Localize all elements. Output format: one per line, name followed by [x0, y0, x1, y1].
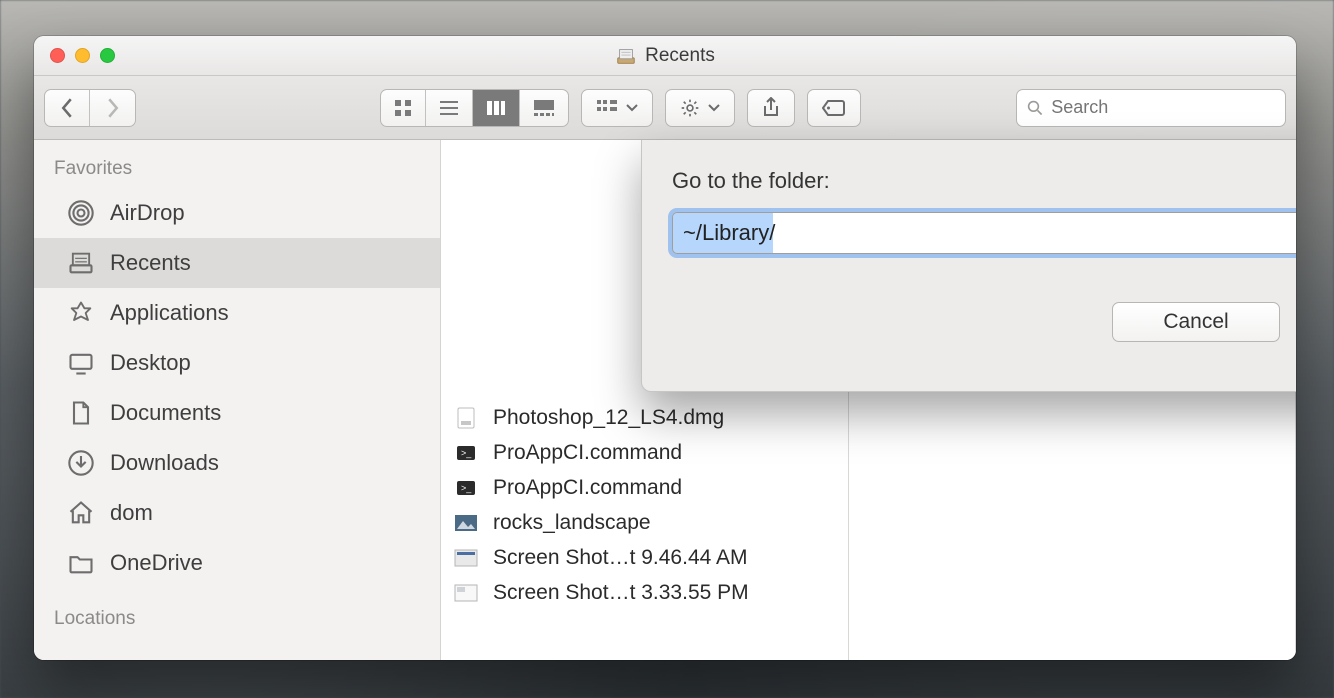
sidebar-item-label: dom [110, 500, 153, 526]
view-mode-segment [380, 89, 569, 127]
action-menu-button[interactable] [665, 89, 735, 127]
chevron-down-icon [708, 104, 720, 112]
sidebar-item-documents[interactable]: Documents [34, 388, 440, 438]
applications-icon [66, 298, 96, 328]
sidebar-section-header: Locations [34, 602, 440, 638]
back-button[interactable] [45, 90, 90, 126]
sidebar-item-desktop[interactable]: Desktop [34, 338, 440, 388]
documents-icon [66, 398, 96, 428]
window-controls [34, 48, 115, 63]
gear-icon [680, 98, 700, 118]
image-icon [453, 514, 479, 532]
sidebar-item-onedrive[interactable]: OneDrive [34, 538, 440, 588]
search-icon [1027, 99, 1043, 117]
nav-back-forward [44, 89, 136, 127]
svg-text:>_: >_ [461, 448, 472, 458]
tag-icon [822, 99, 846, 117]
airdrop-icon [66, 198, 96, 228]
view-columns-button[interactable] [473, 90, 520, 126]
zoom-window-button[interactable] [100, 48, 115, 63]
chevron-down-icon [626, 104, 638, 112]
go-to-folder-sheet: Go to the folder: Cancel Go [641, 140, 1296, 392]
view-list-button[interactable] [426, 90, 473, 126]
toolbar [34, 76, 1296, 140]
close-window-button[interactable] [50, 48, 65, 63]
file-name: ProAppCI.command [493, 441, 682, 465]
desktop-icon [66, 348, 96, 378]
downloads-icon [66, 448, 96, 478]
window-title: Recents [34, 45, 1296, 67]
titlebar: Recents [34, 36, 1296, 76]
svg-text:>_: >_ [461, 483, 472, 493]
sidebar-item-recents[interactable]: Recents [34, 238, 440, 288]
view-icons-button[interactable] [381, 90, 426, 126]
dmg-icon [453, 406, 479, 430]
window-body: Favorites AirDrop Recents Applications [34, 140, 1296, 660]
file-name: ProAppCI.command [493, 476, 682, 500]
recents-icon [66, 248, 96, 278]
sidebar: Favorites AirDrop Recents Applications [34, 140, 441, 660]
share-icon [762, 97, 780, 119]
cancel-button-label: Cancel [1163, 310, 1228, 334]
tags-button[interactable] [807, 89, 861, 127]
file-row[interactable]: Screen Shot…t 9.46.44 AM [441, 540, 848, 575]
file-name: Screen Shot…t 9.46.44 AM [493, 546, 747, 570]
file-row[interactable]: rocks_landscape [441, 505, 848, 540]
sidebar-item-airdrop[interactable]: AirDrop [34, 188, 440, 238]
file-name: Photoshop_12_LS4.dmg [493, 406, 724, 430]
sidebar-item-applications[interactable]: Applications [34, 288, 440, 338]
sidebar-item-label: AirDrop [110, 200, 185, 226]
screenshot-icon [453, 584, 479, 602]
file-row[interactable]: >_ ProAppCI.command [441, 435, 848, 470]
sidebar-section-header: Favorites [34, 152, 440, 188]
sidebar-item-label: Applications [110, 300, 229, 326]
sidebar-item-label: Downloads [110, 450, 219, 476]
sidebar-item-label: Documents [110, 400, 221, 426]
file-row[interactable]: Screen Shot…t 3.33.55 PM [441, 575, 848, 610]
screenshot-icon [453, 549, 479, 567]
search-input[interactable] [1051, 97, 1275, 118]
minimize-window-button[interactable] [75, 48, 90, 63]
terminal-icon: >_ [453, 478, 479, 498]
file-name: rocks_landscape [493, 511, 651, 535]
cancel-button[interactable]: Cancel [1112, 302, 1280, 342]
recents-title-icon [615, 45, 637, 67]
file-name: Screen Shot…t 3.33.55 PM [493, 581, 749, 605]
terminal-icon: >_ [453, 443, 479, 463]
sidebar-item-home[interactable]: dom [34, 488, 440, 538]
file-row[interactable]: Photoshop_12_LS4.dmg [441, 400, 848, 435]
sidebar-item-label: Desktop [110, 350, 191, 376]
folder-icon [66, 548, 96, 578]
sheet-buttons: Cancel Go [672, 302, 1296, 342]
search-field[interactable] [1016, 89, 1286, 127]
sheet-label: Go to the folder: [672, 168, 1296, 194]
sidebar-item-downloads[interactable]: Downloads [34, 438, 440, 488]
forward-button[interactable] [90, 90, 135, 126]
share-button[interactable] [747, 89, 795, 127]
sidebar-item-label: OneDrive [110, 550, 203, 576]
finder-window: Recents [34, 36, 1296, 660]
file-row[interactable]: >_ ProAppCI.command [441, 470, 848, 505]
window-title-text: Recents [645, 45, 715, 67]
group-by-button[interactable] [581, 89, 653, 127]
home-icon [66, 498, 96, 528]
folder-path-combo [672, 212, 1296, 254]
folder-path-input[interactable] [672, 212, 1296, 254]
sidebar-item-label: Recents [110, 250, 191, 276]
content-area: Photoshop_12_LS4.dmg >_ ProAppCI.command… [441, 140, 1296, 660]
view-gallery-button[interactable] [520, 90, 568, 126]
